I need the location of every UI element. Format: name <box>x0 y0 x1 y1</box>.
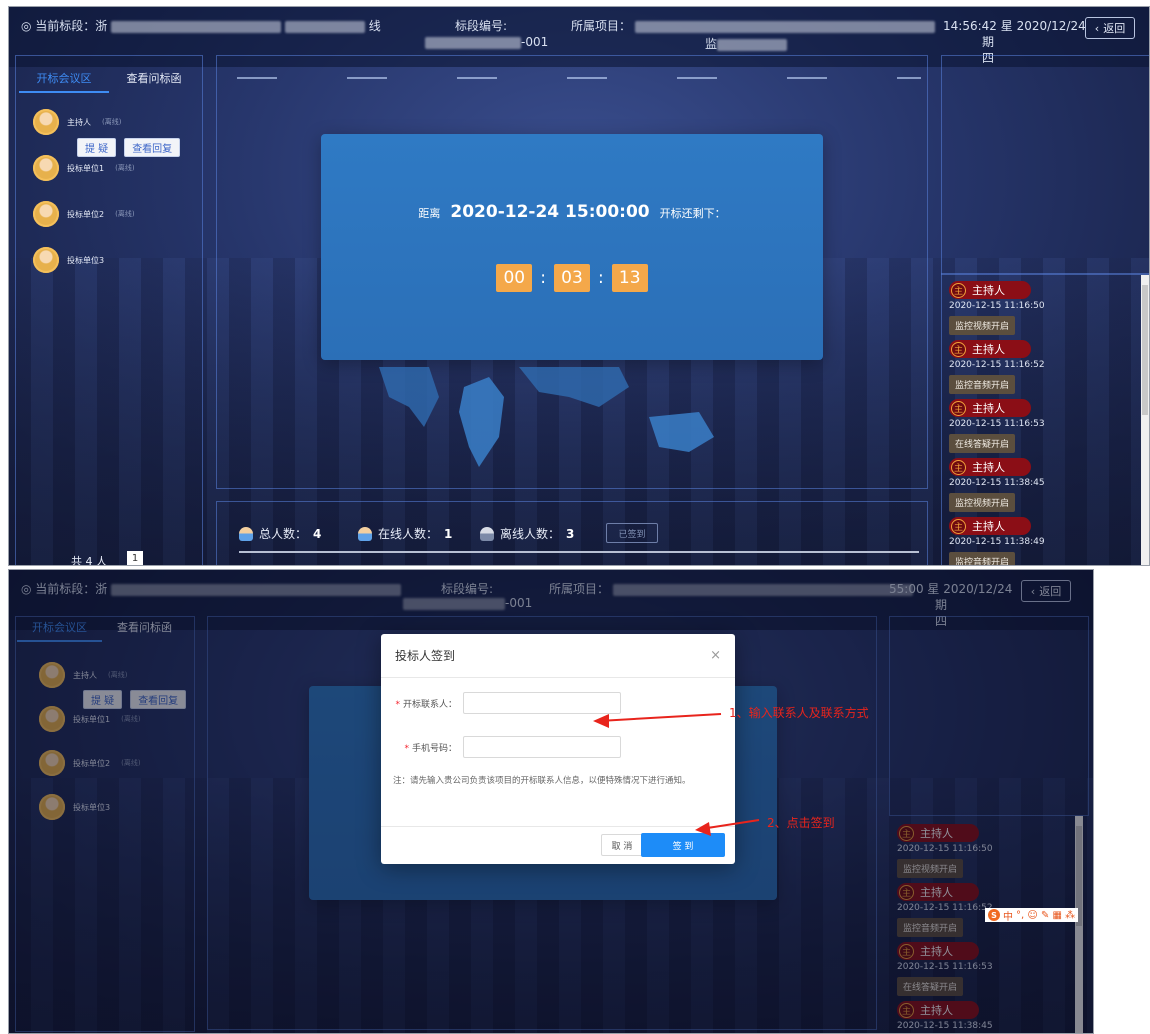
cancel-button[interactable]: 取 消 <box>601 834 643 856</box>
phone-input[interactable] <box>463 736 621 758</box>
divider <box>239 551 919 553</box>
log-entry: 主主持人 2020-12-15 11:16:53 在线答疑开启 <box>949 399 1139 458</box>
back-button[interactable]: ‹ 返回 <box>1085 17 1135 39</box>
clock: 14:56:42 星 2020/12/24 <box>943 19 1086 33</box>
stat-offline: 离线人数： 3 <box>480 525 574 542</box>
countdown-hours: 00 <box>496 264 533 292</box>
host-badge-icon: 主 <box>951 282 966 298</box>
countdown-minutes: 03 <box>554 264 590 292</box>
section-number-value: -001 <box>425 35 548 49</box>
log-scrollbar[interactable] <box>1141 275 1149 565</box>
supervision: 监 <box>705 35 788 52</box>
stat-online: 在线人数： 1 <box>358 525 452 542</box>
avatar <box>33 155 59 181</box>
annotation-step-1: 1、输入联系人及联系方式 <box>729 706 869 720</box>
log-entry: 主主持人 2020-12-15 11:38:45 监控视频开启 <box>949 458 1139 517</box>
countdown-timer: 00 : 03 : 13 <box>321 264 823 292</box>
host-badge-icon: 主 <box>951 400 966 416</box>
stat-total: 总人数： 4 <box>239 525 321 542</box>
log-entry: 主主持人 2020-12-15 11:16:52 监控音频开启 <box>949 340 1139 399</box>
annotation-step-2: 2、点击签到 <box>767 816 835 830</box>
chevron-left-icon: ‹ <box>1094 21 1100 35</box>
right-top-panel <box>941 55 1149 275</box>
dialog-footer: 取 消 签 到 <box>381 826 735 864</box>
group-icon <box>239 526 253 541</box>
member-bidder-1[interactable]: 投标单位1 (离线) <box>33 155 135 181</box>
user-offline-icon <box>480 526 494 541</box>
signed-button[interactable]: 已签到 <box>606 523 658 543</box>
countdown-seconds: 13 <box>611 264 648 292</box>
redacted-text <box>634 20 935 33</box>
sign-in-button[interactable]: 签 到 <box>641 833 725 857</box>
contact-input[interactable] <box>463 692 621 714</box>
avatar <box>33 109 59 135</box>
avatar <box>33 201 59 227</box>
user-online-icon <box>358 526 372 541</box>
opening-datetime: 2020-12-24 15:00:00 <box>450 202 650 222</box>
member-count: 共 4 人 <box>71 555 107 566</box>
section-number: 标段编号: <box>455 19 508 33</box>
countdown-card: 距离 2020-12-24 15:00:00 开标还剩下： 00 : 03 : … <box>321 134 823 360</box>
sogou-logo-icon: S <box>988 909 1000 921</box>
redacted-text <box>284 20 365 33</box>
avatar <box>33 247 59 273</box>
member-host[interactable]: 主持人 (离线) <box>33 109 121 135</box>
stats-bar: 总人数： 4 在线人数： 1 离线人数： 3 已签到 <box>224 507 934 565</box>
contact-field: * 开标联系人： <box>395 692 621 714</box>
sign-in-dialog: 投标人签到 × * 开标联系人： * 手机号码： 注：请先输入贵公司负责该项目的开标… <box>381 634 735 864</box>
dialog-note: 注：请先输入贵公司负责该项目的开标联系人信息，以便特殊情况下进行通知。 <box>393 776 691 786</box>
project: 所属项目： <box>571 17 935 34</box>
member-bidder-3[interactable]: 投标单位3 <box>33 247 104 273</box>
host-badge-icon: 主 <box>951 341 966 357</box>
log-entry: 主主持人 2020-12-15 11:16:50 监控视频开启 <box>949 281 1139 340</box>
phone-field: * 手机号码： <box>395 736 621 758</box>
page-number[interactable]: 1 <box>127 551 143 565</box>
current-section: ◎ 当前标段：浙 线 <box>21 19 381 33</box>
screenshot-sign-in-dialog: ◎ 当前标段：浙 标段编号: -001 所属项目： 55:00 星 2020/1… <box>8 569 1094 1034</box>
member-bidder-2[interactable]: 投标单位2 (离线) <box>33 201 135 227</box>
tab-meeting-area[interactable]: 开标会议区 <box>19 65 109 93</box>
dialog-header: 投标人签到 × <box>381 634 735 678</box>
host-badge-icon: 主 <box>951 459 966 475</box>
host-badge-icon: 主 <box>951 518 966 534</box>
redacted-text <box>111 20 282 33</box>
dialog-title: 投标人签到 <box>395 649 456 663</box>
activity-log: 主主持人 2020-12-15 11:16:50 监控视频开启 主主持人 202… <box>949 281 1139 565</box>
ime-toolbar[interactable]: S 中 °, ☺ ✎ ▦ ⁂ <box>985 908 1079 923</box>
world-map-graphic <box>379 367 714 467</box>
screenshot-countdown: ◎ 当前标段：浙 线 标段编号: -001 所属项目： 监 14:56:42 星… <box>8 6 1150 566</box>
log-entry: 主主持人 2020-12-15 11:38:49 监控音频开启 <box>949 517 1139 565</box>
left-tabs: 开标会议区 查看问标函 <box>19 65 199 93</box>
close-icon[interactable]: × <box>710 648 721 663</box>
countdown-text: 距离 2020-12-24 15:00:00 开标还剩下： <box>418 202 726 222</box>
tab-inquiry-letters[interactable]: 查看问标函 <box>109 65 199 93</box>
